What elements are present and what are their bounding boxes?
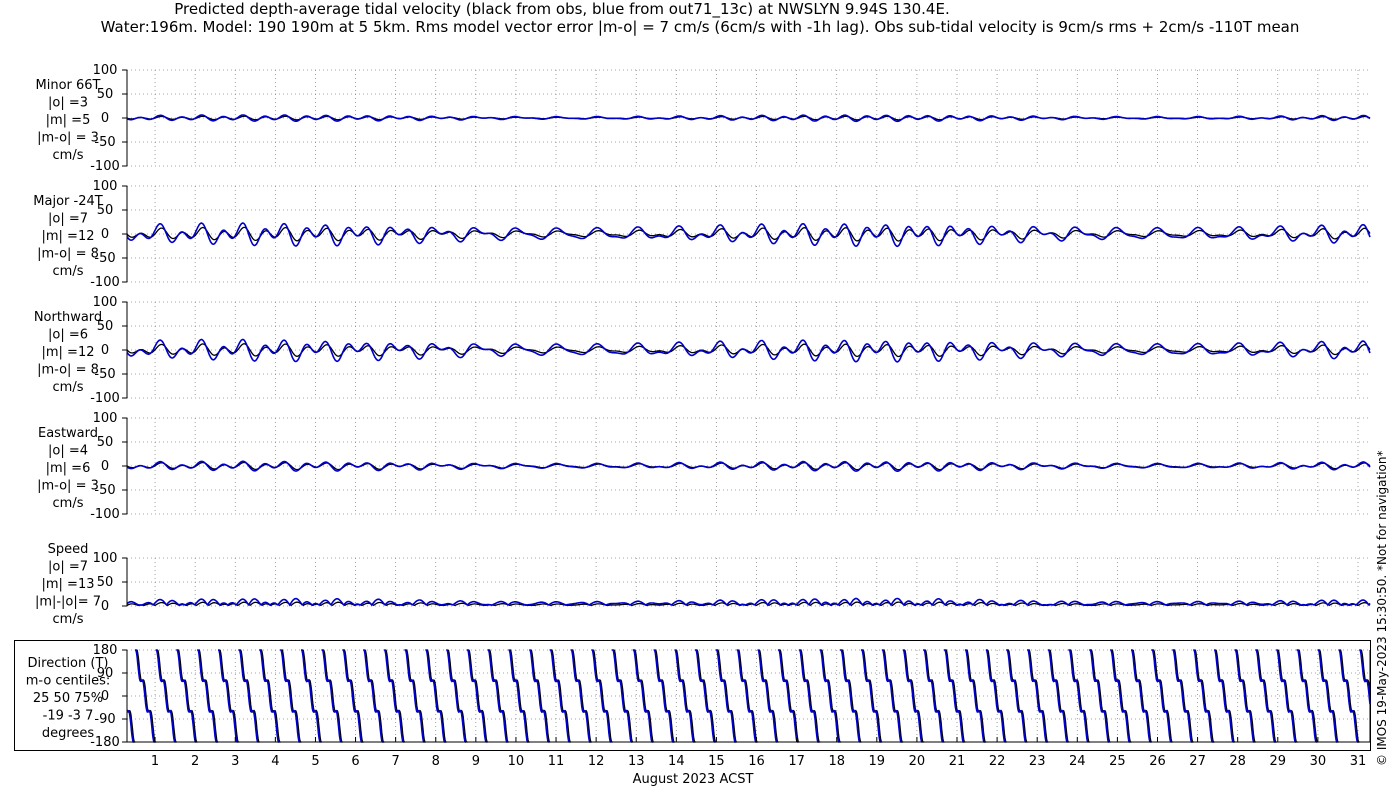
panel-label-line: |m-o| = 3 xyxy=(37,479,99,494)
panel-label-line: |o| =4 xyxy=(48,444,88,459)
east-panel: 100500-50-100Eastward|o| =4|m| =6|m-o| =… xyxy=(37,411,1371,522)
x-tick-label: 30 xyxy=(1310,754,1327,769)
panel-label-line: |m-o| = 8 xyxy=(37,247,99,262)
x-tick-label: 19 xyxy=(869,754,886,769)
x-tick-label: 7 xyxy=(392,754,400,769)
y-tick-label: -100 xyxy=(90,159,120,174)
y-tick-label: 0 xyxy=(101,459,109,474)
y-tick-label: 50 xyxy=(97,435,114,450)
panel-label-line: |m| =12 xyxy=(42,229,95,244)
x-tick-label: 18 xyxy=(828,754,845,769)
y-tick-label: 50 xyxy=(97,575,114,590)
tidal-velocity-chart: 100500-50-100Minor 66T|o| =3|m| =5|m-o| … xyxy=(14,63,1371,787)
x-tick-label: 31 xyxy=(1350,754,1367,769)
y-tick-label: 0 xyxy=(101,111,109,126)
panel-label-line: Eastward xyxy=(38,426,98,441)
panel-label-line: |o| =6 xyxy=(48,328,88,343)
y-tick-label: 100 xyxy=(93,63,118,78)
minor-panel: 100500-50-100Minor 66T|o| =3|m| =5|m-o| … xyxy=(36,63,1371,174)
x-tick-label: 5 xyxy=(311,754,319,769)
x-tick-label: 14 xyxy=(668,754,685,769)
major-panel: 100500-50-100Major -24T|o| =7|m| =12|m-o… xyxy=(33,179,1371,290)
panel-label-line: Minor 66T xyxy=(36,78,101,93)
x-tick-label: 16 xyxy=(748,754,765,769)
direction-panel: 180900-90-180Direction (T)m-o centiles:2… xyxy=(26,643,1371,750)
panel-label-line: |m| =6 xyxy=(46,461,91,476)
x-tick-label: 29 xyxy=(1270,754,1287,769)
panel-label-line: cm/s xyxy=(53,612,84,627)
y-tick-label: 0 xyxy=(101,343,109,358)
x-tick-label: 25 xyxy=(1109,754,1126,769)
panel-label-line: Major -24T xyxy=(33,194,102,209)
panel-label-line: |m| =13 xyxy=(42,577,95,592)
x-tick-label: 3 xyxy=(231,754,239,769)
panel-label-line: |m| =5 xyxy=(46,113,91,128)
y-tick-label: -100 xyxy=(90,391,120,406)
x-tick-label: 26 xyxy=(1149,754,1166,769)
x-tick-label: 1 xyxy=(151,754,159,769)
y-tick-label: -180 xyxy=(90,735,120,750)
y-tick-label: 100 xyxy=(93,295,118,310)
x-tick-label: 12 xyxy=(588,754,605,769)
x-tick-label: 22 xyxy=(989,754,1006,769)
panel-label-line: |m| =12 xyxy=(42,345,95,360)
panel-label-line: |m|-|o|= 7 xyxy=(35,595,101,610)
copyright-note: © IMOS 19-May-2023 15:30:50. *Not for na… xyxy=(1375,450,1389,767)
y-tick-label: 0 xyxy=(101,227,109,242)
x-tick-label: 4 xyxy=(271,754,279,769)
y-tick-label: -100 xyxy=(90,275,120,290)
y-tick-label: -90 xyxy=(94,712,115,727)
x-axis-label: August 2023 ACST xyxy=(633,772,754,787)
panel-label-line: degrees xyxy=(42,726,95,741)
x-tick-label: 11 xyxy=(548,754,565,769)
panel-label-line: Northward xyxy=(34,310,102,325)
x-tick-label: 17 xyxy=(788,754,805,769)
panel-label-line: m-o centiles: xyxy=(26,674,111,689)
x-tick-label: 6 xyxy=(351,754,359,769)
y-tick-label: -100 xyxy=(90,507,120,522)
panel-label-line: cm/s xyxy=(53,496,84,511)
panel-label-line: -19 -3 7 xyxy=(43,709,94,724)
x-tick-label: 2 xyxy=(191,754,199,769)
north-panel: 100500-50-100Northward|o| =6|m| =12|m-o|… xyxy=(34,295,1371,406)
x-tick-label: 24 xyxy=(1069,754,1086,769)
x-tick-label: 20 xyxy=(909,754,926,769)
panel-label-line: cm/s xyxy=(53,380,84,395)
panel-label-line: 25 50 75% xyxy=(33,691,103,706)
x-tick-label: 9 xyxy=(472,754,480,769)
y-tick-label: 0 xyxy=(101,599,109,614)
minor-model-series xyxy=(126,114,1371,123)
panel-label-line: Direction (T) xyxy=(28,656,109,671)
x-tick-label: 28 xyxy=(1229,754,1246,769)
panel-label-line: Speed xyxy=(48,542,89,557)
panel-label-line: |m-o| = 8 xyxy=(37,363,99,378)
x-tick-label: 23 xyxy=(1029,754,1046,769)
x-tick-label: 10 xyxy=(508,754,525,769)
speed-panel: 100 50 0 Speed |o| =7 |m| =13 |m|-|o|= 7 cm/s xyxy=(35,542,1371,627)
x-tick-label: 21 xyxy=(949,754,966,769)
panel-label-line: |o| =7 xyxy=(48,212,88,227)
y-tick-label: 100 xyxy=(93,179,118,194)
panel-label-line: cm/s xyxy=(53,264,84,279)
y-tick-label: 100 xyxy=(93,551,118,566)
x-tick-label: 15 xyxy=(708,754,725,769)
panel-label-line: cm/s xyxy=(53,148,84,163)
x-tick-label: 13 xyxy=(628,754,645,769)
x-tick-label: 8 xyxy=(432,754,440,769)
direction-obs-series xyxy=(126,649,1371,743)
panel-label-line: |m-o| = 3 xyxy=(37,131,99,146)
panel-label-line: |o| =7 xyxy=(48,560,88,575)
y-tick-label: 100 xyxy=(93,411,118,426)
x-tick-label: 27 xyxy=(1189,754,1206,769)
panel-label-line: |o| =3 xyxy=(48,96,88,111)
